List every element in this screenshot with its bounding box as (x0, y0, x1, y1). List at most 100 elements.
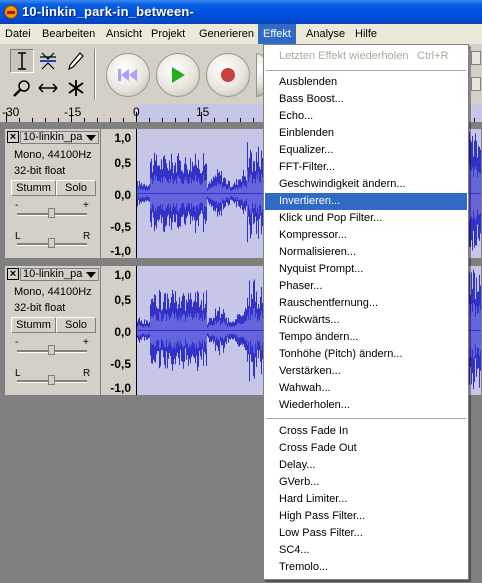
record-button[interactable] (206, 53, 250, 97)
ruler-label: -15 (64, 105, 82, 119)
play-button[interactable] (156, 53, 200, 97)
menu-item-effect[interactable]: Low Pass Filter... (265, 525, 467, 542)
menu-item-effect[interactable]: Normalisieren... (265, 244, 467, 261)
solo-button[interactable]: Solo (56, 180, 96, 196)
menu-item-effect[interactable]: Equalizer... (265, 142, 467, 159)
chevron-down-icon (86, 272, 96, 278)
ruler-tick (149, 118, 150, 122)
skip-to-start-button[interactable] (106, 53, 150, 97)
selection-tool-icon[interactable] (10, 49, 34, 73)
ruler-tick (123, 118, 124, 122)
menu-item-effect[interactable]: Rauschentfernung... (265, 295, 467, 312)
menu-item-effect[interactable]: Ausblenden (265, 74, 467, 91)
envelope-tool-icon[interactable] (36, 49, 60, 73)
menu-projekt[interactable]: Projekt (146, 24, 190, 44)
pan-slider-thumb[interactable] (48, 238, 55, 248)
ruler-tick (474, 118, 475, 122)
gain-minus-label: - (15, 200, 19, 211)
mute-button[interactable]: Stumm (11, 317, 56, 333)
menu-item-effect[interactable]: Tonhöhe (Pitch) ändern... (265, 346, 467, 363)
amplitude-ruler: 1,0 0,5 0,0 -0,5 -1,0 (101, 129, 137, 258)
gain-slider-thumb[interactable] (48, 208, 55, 218)
track-name: 10-linkin_pa (23, 131, 83, 143)
menu-item-effect[interactable]: Wahwah... (265, 380, 467, 397)
ruler-tick (32, 118, 33, 122)
menu-item-shortcut: Ctrl+R (417, 50, 449, 62)
menu-ansicht[interactable]: Ansicht (101, 24, 147, 44)
menu-item-effect[interactable]: Geschwindigkeit ändern... (265, 176, 467, 193)
track-control-panel: × 10-linkin_pa Mono, 44100Hz 32-bit floa… (5, 266, 101, 395)
pan-right-label: R (83, 368, 91, 379)
mixer-toolbar-edge[interactable] (471, 77, 481, 91)
menu-bearbeiten[interactable]: Bearbeiten (37, 24, 100, 44)
ruler-tick (58, 118, 59, 122)
menu-separator (266, 70, 466, 71)
track-format: Mono, 44100Hz (14, 286, 92, 298)
track-name-button[interactable]: 10-linkin_pa (20, 268, 99, 281)
menu-item-effect[interactable]: Phaser... (265, 278, 467, 295)
menu-item-effect[interactable]: SC4... (265, 542, 467, 559)
menu-item-effect[interactable]: Klick und Pop Filter... (265, 210, 467, 227)
track-control-panel: × 10-linkin_pa Mono, 44100Hz 32-bit floa… (5, 129, 101, 258)
gain-slider-thumb[interactable] (48, 345, 55, 355)
menu-effekt[interactable]: Effekt (258, 24, 296, 44)
menu-item-effect[interactable]: Tempo ändern... (265, 329, 467, 346)
ruler-tick (71, 112, 72, 122)
scale-label: -1,0 (110, 244, 131, 258)
effect-menu: Letzten Effekt wiederholen Ctrl+R Ausble… (263, 44, 469, 580)
menu-item-effect[interactable]: Tremolo... (265, 559, 467, 576)
menu-generieren[interactable]: Generieren (194, 24, 259, 44)
menu-item-effect[interactable]: Rückwärts... (265, 312, 467, 329)
close-track-icon[interactable]: × (7, 268, 19, 280)
window-title: 10-linkin_park-in_between- (22, 4, 195, 19)
timeshift-tool-icon[interactable] (36, 76, 60, 100)
menu-bar: Datei Bearbeiten Ansicht Projekt Generieren E… (0, 24, 482, 45)
menu-item-effect[interactable]: Hard Limiter... (265, 491, 467, 508)
ruler-tick (6, 112, 7, 122)
close-track-icon[interactable]: × (7, 131, 19, 143)
amplitude-ruler: 1,0 0,5 0,0 -0,5 -1,0 (101, 266, 137, 395)
scale-label: 0,5 (114, 156, 131, 170)
menu-analyse[interactable]: Analyse (301, 24, 350, 44)
menu-item-effect[interactable]: Delay... (265, 457, 467, 474)
menu-item-effect[interactable]: Verstärken... (265, 363, 467, 380)
zoom-tool-icon[interactable] (10, 76, 34, 100)
solo-button[interactable]: Solo (56, 317, 96, 333)
scale-label: 0,0 (114, 188, 131, 202)
scale-label: 1,0 (114, 268, 131, 282)
ruler-label: 15 (196, 105, 210, 119)
toolbar-divider (94, 49, 96, 99)
menu-item-effect[interactable]: Nyquist Prompt... (265, 261, 467, 278)
mute-button[interactable]: Stumm (11, 180, 56, 196)
draw-tool-icon[interactable] (64, 49, 88, 73)
ruler-tick (45, 118, 46, 122)
ruler-tick (227, 118, 228, 122)
ruler-tick (253, 118, 254, 122)
multi-tool-icon[interactable] (64, 76, 88, 100)
pan-slider-thumb[interactable] (48, 375, 55, 385)
menu-item-effect[interactable]: Invertieren... (265, 193, 467, 210)
track-name-button[interactable]: 10-linkin_pa (20, 131, 99, 144)
meter-toolbar-edge[interactable] (471, 51, 481, 65)
menu-item-effect[interactable]: Cross Fade Out (265, 440, 467, 457)
menu-item-effect[interactable]: GVerb... (265, 474, 467, 491)
record-icon (207, 54, 249, 96)
menu-item-effect[interactable]: Echo... (265, 108, 467, 125)
ruler-tick (110, 118, 111, 122)
ruler-label: -30 (2, 105, 20, 119)
ruler-tick (240, 118, 241, 122)
menu-item-effect[interactable]: Kompressor... (265, 227, 467, 244)
menu-item-effect[interactable]: Einblenden (265, 125, 467, 142)
menu-item-effect[interactable]: FFT-Filter... (265, 159, 467, 176)
menu-hilfe[interactable]: Hilfe (350, 24, 382, 44)
menu-item-effect[interactable]: Wiederholen... (265, 397, 467, 414)
menu-item-effect[interactable]: Cross Fade In (265, 423, 467, 440)
menu-item-effect[interactable]: High Pass Filter... (265, 508, 467, 525)
menu-item-effect[interactable]: Bass Boost... (265, 91, 467, 108)
scale-label: -0,5 (110, 357, 131, 371)
gain-minus-label: - (15, 337, 19, 348)
gain-plus-label: + (83, 337, 89, 348)
menu-datei[interactable]: Datei (0, 24, 36, 44)
chevron-down-icon (86, 135, 96, 141)
pan-left-label: L (15, 231, 21, 242)
